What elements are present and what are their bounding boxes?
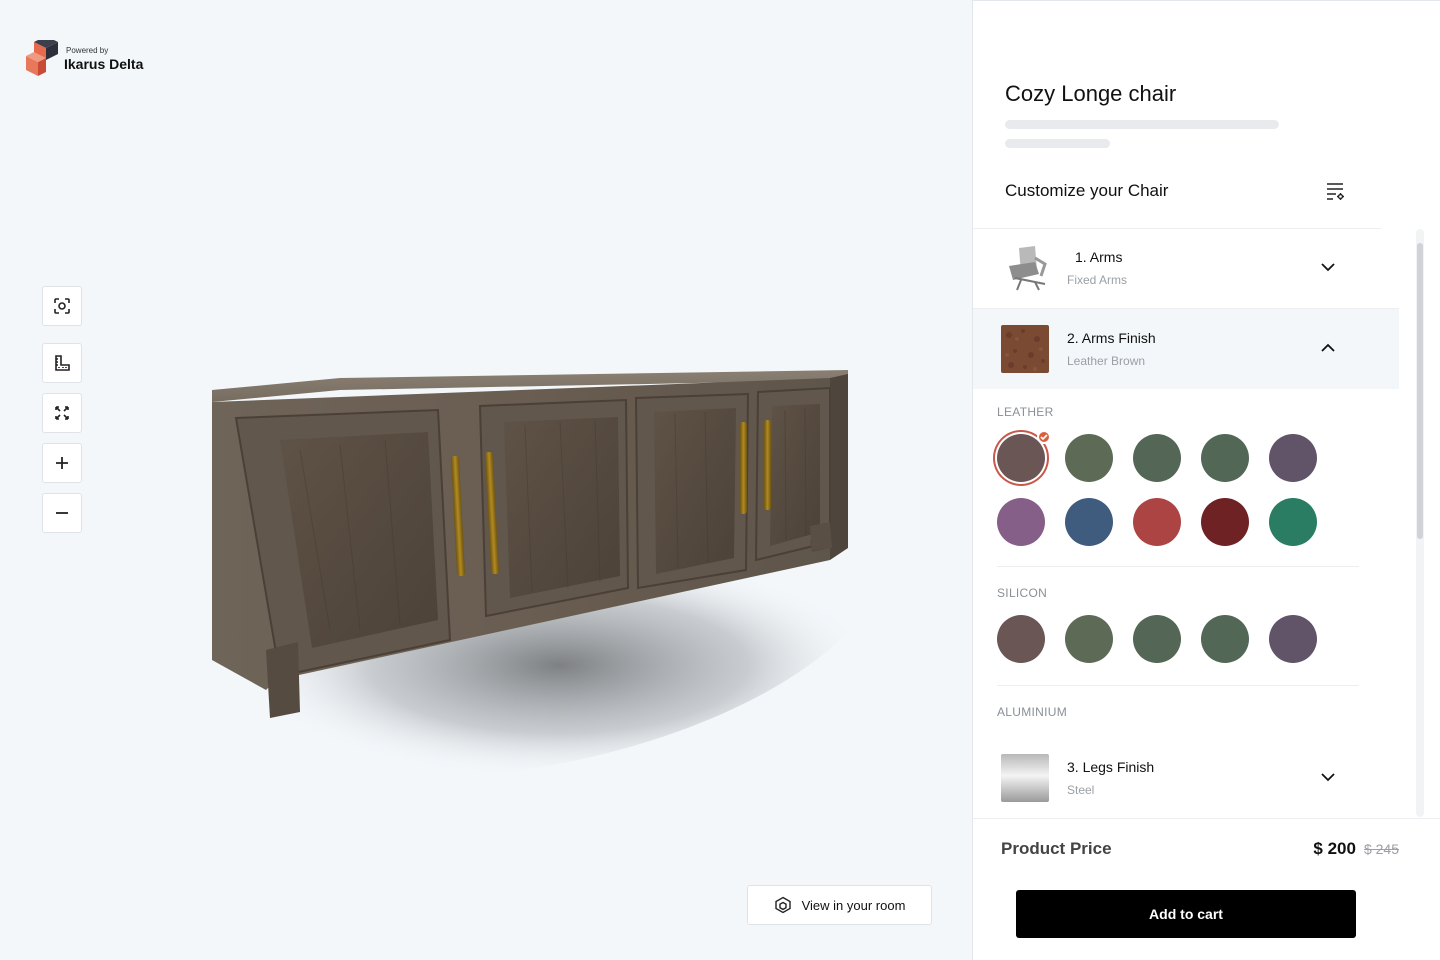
view-in-room-label: View in your room [801, 897, 906, 913]
customizer-panel: Cozy Longe chair Customize your Chair 1.… [972, 0, 1440, 960]
color-swatch[interactable] [1133, 615, 1181, 663]
chevron-down-icon [1321, 773, 1335, 782]
finish-group-label: SILICON [997, 586, 1048, 600]
leather-brown-thumbnail [1001, 325, 1049, 373]
color-swatch[interactable] [1065, 615, 1113, 663]
brand-name: Ikarus Delta [64, 56, 144, 72]
fullscreen-button[interactable] [42, 393, 82, 433]
accordion-title: 1. Arms [1075, 249, 1123, 265]
accordion-arms-finish[interactable]: 2. Arms Finish Leather Brown [973, 309, 1399, 389]
color-swatch[interactable] [1201, 615, 1249, 663]
product-title: Cozy Longe chair [1005, 81, 1177, 106]
ar-cube-icon [774, 896, 791, 914]
original-price: $ 245 [1363, 841, 1399, 857]
customize-header: Customize your Chair [1005, 181, 1345, 201]
customize-title: Customize your Chair [1005, 181, 1169, 200]
color-swatch[interactable] [997, 615, 1045, 663]
scrollbar-thumb[interactable] [1417, 243, 1423, 539]
zoom-out-button[interactable] [42, 493, 82, 533]
color-swatch[interactable] [1269, 615, 1317, 663]
fullscreen-icon [55, 406, 69, 420]
accordion-subtitle: Steel [1067, 783, 1095, 797]
color-swatch[interactable] [1065, 434, 1113, 482]
options-scrollbar[interactable] [1416, 229, 1424, 817]
price-label: Product Price [1001, 839, 1112, 858]
finish-group-label: ALUMINIUM [997, 705, 1068, 719]
chevron-down-icon [1321, 263, 1335, 272]
ikarus-delta-logo-icon [26, 40, 58, 76]
accordion-arms[interactable]: 1. Arms Fixed Arms [973, 228, 1399, 308]
divider [997, 685, 1359, 686]
divider [997, 566, 1359, 567]
view-in-room-button[interactable]: View in your room [747, 885, 932, 925]
brand-logo: Powered by Ikarus Delta [24, 40, 143, 78]
steel-thumbnail [1001, 754, 1049, 802]
accordion-subtitle: Fixed Arms [1067, 273, 1128, 287]
sideboard-3d-model[interactable] [180, 330, 900, 800]
color-swatch[interactable] [1269, 434, 1317, 482]
accordion-legs-finish[interactable]: 3. Legs Finish Steel [973, 738, 1399, 818]
color-swatch[interactable] [1201, 434, 1249, 482]
color-swatch[interactable] [1269, 498, 1317, 546]
color-swatch[interactable] [1133, 434, 1181, 482]
add-to-cart-button[interactable]: Add to cart [1016, 890, 1356, 938]
accordion-title: 3. Legs Finish [1067, 759, 1155, 775]
price-row: Product Price $ 200 $ 245 [1001, 839, 1399, 859]
color-swatch[interactable] [1133, 498, 1181, 546]
focus-icon [54, 298, 70, 314]
brand-powered-by: Powered by [66, 46, 109, 55]
finish-group-label: LEATHER [997, 405, 1054, 419]
checkmark-icon [1037, 430, 1051, 444]
description-skeleton-line [1005, 120, 1279, 129]
filter-settings-icon[interactable] [1325, 181, 1345, 201]
accordion-subtitle: Leather Brown [1067, 354, 1146, 368]
chevron-up-icon [1321, 343, 1335, 352]
measure-button[interactable] [42, 343, 82, 383]
product-viewer[interactable]: Powered by Ikarus Delta View in your roo… [0, 0, 972, 960]
color-swatch[interactable] [1065, 498, 1113, 546]
zoom-in-icon [56, 457, 68, 469]
color-swatch[interactable] [1201, 498, 1249, 546]
color-swatch[interactable] [997, 498, 1045, 546]
description-skeleton-line [1005, 139, 1110, 148]
focus-button[interactable] [42, 286, 82, 326]
divider [973, 818, 1440, 819]
color-swatch[interactable] [997, 430, 1051, 482]
zoom-out-icon [56, 512, 68, 514]
accordion-title: 2. Arms Finish [1067, 330, 1156, 346]
measure-icon [55, 355, 70, 371]
zoom-in-button[interactable] [42, 443, 82, 483]
current-price: $ 200 [1313, 839, 1356, 858]
arms-thumbnail [1005, 244, 1053, 292]
